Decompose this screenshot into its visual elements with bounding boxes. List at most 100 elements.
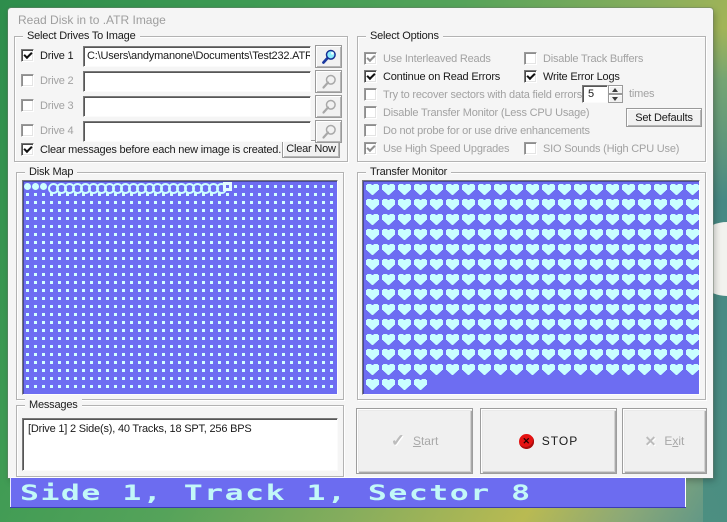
disk-map-cell [232,335,240,343]
heart-icon [478,364,491,375]
disk-map-cell [216,383,224,391]
disk-map-cell [104,191,112,199]
disk-map-cell [152,367,160,375]
disk-map-cell [144,271,152,279]
drive-1-browse-button[interactable] [315,45,342,68]
disk-map-cell [272,207,280,215]
disk-map-cell [136,335,144,343]
disk-map-cell [48,207,56,215]
disk-map-cell [208,311,216,319]
set-defaults-button[interactable]: Set Defaults [626,108,702,127]
disk-map-row [24,319,337,327]
option-3-checkbox[interactable] [524,70,537,83]
disk-map-cell [264,271,272,279]
heart-icon [622,259,635,270]
disk-map-cell [208,191,216,199]
disk-map-cell [120,255,128,263]
disk-map-cell [264,215,272,223]
heart-icon [670,199,683,210]
transfer-monitor-row [366,349,699,364]
disk-map-cell [184,183,195,194]
messages-group-label: Messages [25,399,82,411]
heart-icon [542,199,555,210]
heart-icon [686,199,699,210]
disk-map-cell [64,367,72,375]
disk-map-cell [72,383,80,391]
disk-map-cell [136,367,144,375]
disk-map-cell [304,311,312,319]
disk-map-cell [104,343,112,351]
heart-icon [686,184,699,195]
stop-button[interactable]: STOP [480,408,617,474]
spinner-up-button[interactable] [608,85,623,94]
disk-map-cell [296,223,304,231]
disk-map-cell [112,279,120,287]
disk-map-cell [80,359,88,367]
disk-map-cell [88,207,96,215]
disk-map-cell [288,343,296,351]
disk-map-cell [328,375,336,383]
drive-1-path-field[interactable]: C:\Users\andymanone\Documents\Test232.AT… [83,46,311,67]
disk-map-cell [144,183,155,194]
disk-map-cell [184,191,192,199]
disk-map-cell [248,375,256,383]
option-6-label: Do not probe for or use drive enhancemen… [383,125,590,137]
disk-map-cell [72,327,80,335]
disk-map-cell [24,327,32,335]
disk-map-cell [296,239,304,247]
heart-icon [622,199,635,210]
option-3-label: Write Error Logs [543,71,620,83]
drive-2-checkbox [21,74,34,87]
disk-map-cell [128,215,136,223]
heart-icon [670,289,683,300]
messages-listbox[interactable]: [Drive 1] 2 Side(s), 40 Tracks, 18 SPT, … [22,418,338,471]
spinner-down-button[interactable] [608,94,623,103]
disk-map-cell [336,319,337,327]
recover-times-spinner[interactable]: 5 [582,85,623,103]
disk-map-cell [104,199,112,207]
disk-map-cell [120,279,128,287]
disk-map-cell [160,263,168,271]
recover-times-value[interactable]: 5 [582,85,608,103]
disk-map-cell [96,247,104,255]
clear-messages-checkbox[interactable] [21,143,34,156]
disk-map-cell [336,183,337,191]
disk-map-cell [192,207,200,215]
disk-map-cell [160,303,168,311]
disk-map-cell [48,271,56,279]
disk-map-cell [72,231,80,239]
disk-map-cell [296,199,304,207]
disk-map-cell [208,327,216,335]
disk-map-cell [248,287,256,295]
disk-map-cell [152,183,163,194]
drive-4-path-field [83,121,311,142]
disk-map-cell [96,263,104,271]
disk-map-cell [96,287,104,295]
disk-map-cell [208,359,216,367]
disk-map-cell [112,335,120,343]
disk-map-cell [144,319,152,327]
heart-icon [622,184,635,195]
option-2-checkbox[interactable] [364,70,377,83]
disk-map-cell [232,287,240,295]
disk-map-cell [40,311,48,319]
heart-icon [606,319,619,330]
disk-map-cell [320,295,328,303]
disk-map-cell [240,199,248,207]
heart-icon [606,364,619,375]
disk-map-cell [40,207,48,215]
heart-icon [366,229,379,240]
disk-map-cell [88,223,96,231]
heart-icon [542,349,555,360]
disk-map-cell [328,255,336,263]
disk-map-cell [240,311,248,319]
disk-map-cell [208,183,219,194]
disk-map-cell [72,263,80,271]
heart-icon [414,274,427,285]
disk-map-cell [336,311,337,319]
disk-map-cell [104,367,112,375]
drive-1-checkbox[interactable] [21,49,34,62]
disk-map-cell [320,367,328,375]
heart-icon [382,229,395,240]
disk-map-row [24,351,337,359]
